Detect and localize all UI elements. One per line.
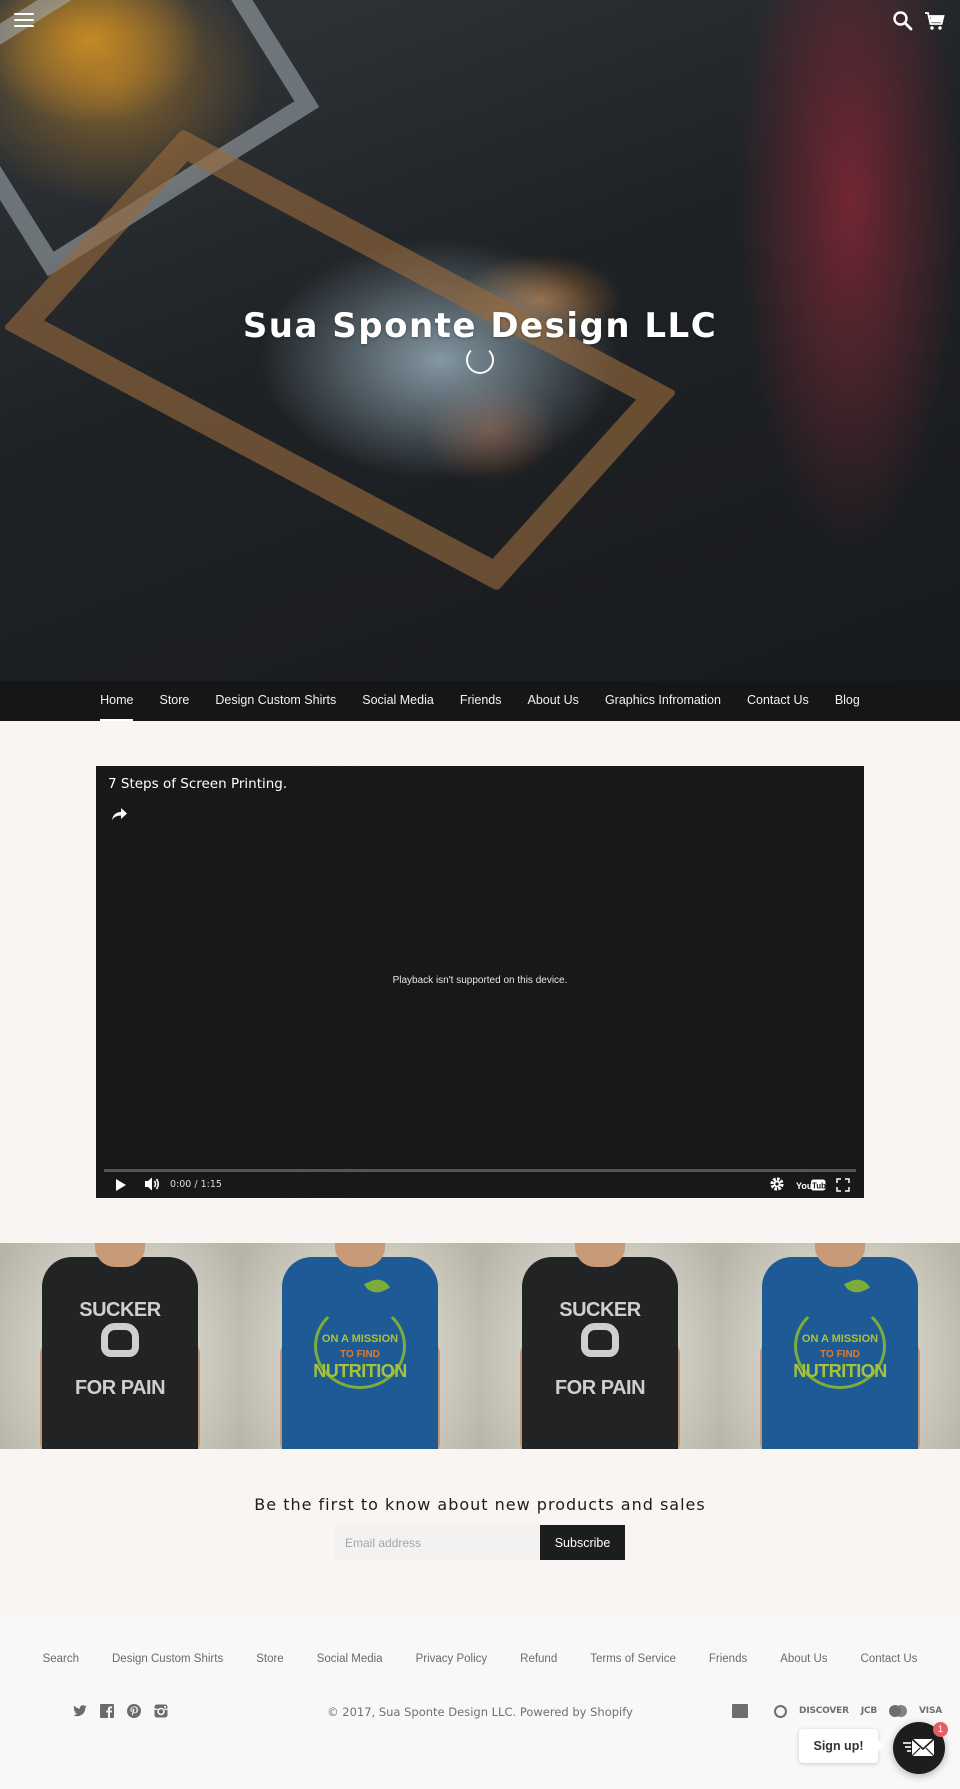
main-nav: Home Store Design Custom Shirts Social M… (0, 681, 960, 721)
youtube-logo-icon[interactable]: YouTube (796, 1178, 831, 1191)
footer-link-terms-of-service[interactable]: Terms of Service (574, 1653, 693, 1665)
black-shirt: SUCKER FOR PAIN (42, 1257, 198, 1449)
payment-icons: DISCOVER JCB VISA (732, 1704, 942, 1718)
discover-icon: DISCOVER (799, 1706, 849, 1716)
footer-link-store[interactable]: Store (240, 1653, 301, 1665)
video-time: 0:00 / 1:15 (170, 1179, 222, 1190)
nav-item-social-media[interactable]: Social Media (349, 681, 447, 721)
shirt-print-text: FOR PAIN (74, 1377, 166, 1399)
featured-shirts-banner: SUCKER FOR PAIN ON A MISSION TO FIND NUT… (0, 1243, 960, 1449)
kettlebell-graphic (581, 1323, 619, 1357)
share-icon[interactable] (110, 806, 128, 822)
powered-by-shopify-link[interactable]: Powered by Shopify (520, 1705, 633, 1719)
shirt-print-text: NUTRITION (313, 1361, 407, 1381)
black-shirt: SUCKER FOR PAIN (522, 1257, 678, 1449)
svg-text:You: You (796, 1181, 812, 1191)
shirt-print-text: NUTRITION (793, 1361, 887, 1381)
nav-item-contact-us[interactable]: Contact Us (734, 681, 822, 721)
notification-badge: 1 (933, 1722, 948, 1737)
video-section: 7 Steps of Screen Printing. Playback isn… (0, 721, 960, 1243)
footer-link-privacy-policy[interactable]: Privacy Policy (399, 1653, 504, 1665)
footer-link-contact-us[interactable]: Contact Us (844, 1653, 934, 1665)
email-input[interactable] (335, 1525, 540, 1560)
youtube-video-player[interactable]: 7 Steps of Screen Printing. Playback isn… (96, 766, 864, 1198)
visa-icon: VISA (919, 1706, 942, 1716)
loading-spinner-icon (466, 346, 494, 374)
nav-item-design-custom-shirts[interactable]: Design Custom Shirts (202, 681, 349, 721)
shirt-image[interactable]: ON A MISSION TO FIND NUTRITION (720, 1243, 960, 1449)
kettlebell-graphic (101, 1323, 139, 1357)
site-title[interactable]: Sua Sponte Design LLC (0, 306, 960, 346)
newsletter-form: Subscribe (0, 1525, 960, 1560)
envelope-icon (903, 1738, 935, 1757)
leaf-graphic (364, 1275, 390, 1297)
hamburger-menu-icon[interactable] (14, 13, 34, 29)
shirt-print-text: FOR PAIN (554, 1377, 646, 1399)
nav-item-home[interactable]: Home (87, 681, 146, 721)
leaf-graphic (844, 1275, 870, 1297)
footer-link-social-media[interactable]: Social Media (300, 1653, 399, 1665)
shirt-print-text: TO FIND (820, 1349, 860, 1360)
hero-banner: Sua Sponte Design LLC (0, 0, 960, 681)
playback-unsupported-message: Playback isn't supported on this device. (392, 975, 568, 986)
shirt-image[interactable]: ON A MISSION TO FIND NUTRITION (240, 1243, 480, 1449)
shirt-print-text: ON A MISSION (321, 1333, 399, 1345)
shirt-print-text: SUCKER (79, 1299, 161, 1321)
svg-text:Tube: Tube (812, 1182, 826, 1191)
shirt-print-text: SUCKER (559, 1299, 641, 1321)
footer-link-design-custom-shirts[interactable]: Design Custom Shirts (96, 1653, 240, 1665)
video-title[interactable]: 7 Steps of Screen Printing. (108, 776, 287, 792)
footer-links: Search Design Custom Shirts Store Social… (0, 1615, 960, 1665)
jcb-icon: JCB (860, 1706, 878, 1716)
nav-item-store[interactable]: Store (146, 681, 202, 721)
newsletter-heading: Be the first to know about new products … (254, 1495, 706, 1514)
shirt-image[interactable]: SUCKER FOR PAIN (0, 1243, 240, 1449)
shirt-image[interactable]: SUCKER FOR PAIN (480, 1243, 720, 1449)
shirt-print-text: TO FIND (340, 1349, 380, 1360)
search-icon[interactable] (892, 10, 916, 34)
nav-item-graphics-information[interactable]: Graphics Infromation (592, 681, 734, 721)
signup-bubble[interactable]: Sign up! (799, 1729, 884, 1763)
newsletter-section: Be the first to know about new products … (0, 1449, 960, 1615)
mastercard-icon (889, 1705, 908, 1717)
footer-bottom-row: © 2017, Sua Sponte Design LLC. Powered b… (0, 1696, 960, 1726)
blue-shirt: ON A MISSION TO FIND NUTRITION (762, 1257, 918, 1449)
video-controls: 0:00 / 1:15 YouTube (96, 1172, 864, 1198)
nav-item-about-us[interactable]: About Us (515, 681, 592, 721)
subscribe-button[interactable]: Subscribe (540, 1525, 625, 1560)
volume-icon[interactable] (144, 1176, 162, 1192)
nav-item-blog[interactable]: Blog (822, 681, 873, 721)
blue-shirt: ON A MISSION TO FIND NUTRITION (282, 1257, 438, 1449)
diners-club-icon (774, 1704, 788, 1718)
footer-link-search[interactable]: Search (26, 1653, 95, 1665)
play-icon[interactable] (116, 1179, 126, 1191)
copyright-separator: . (512, 1705, 520, 1719)
store-name-link[interactable]: Sua Sponte Design LLC (379, 1705, 513, 1719)
copyright-prefix: © 2017, (327, 1705, 379, 1719)
footer-link-friends[interactable]: Friends (692, 1653, 763, 1665)
cart-icon[interactable] (924, 10, 948, 34)
shirt-print-text: ON A MISSION (801, 1333, 879, 1345)
footer-link-about-us[interactable]: About Us (764, 1653, 844, 1665)
nav-item-friends[interactable]: Friends (447, 681, 515, 721)
footer-link-refund[interactable]: Refund (504, 1653, 574, 1665)
fullscreen-icon[interactable] (836, 1178, 850, 1192)
american-express-icon (732, 1704, 749, 1718)
settings-gear-icon[interactable] (769, 1176, 785, 1192)
